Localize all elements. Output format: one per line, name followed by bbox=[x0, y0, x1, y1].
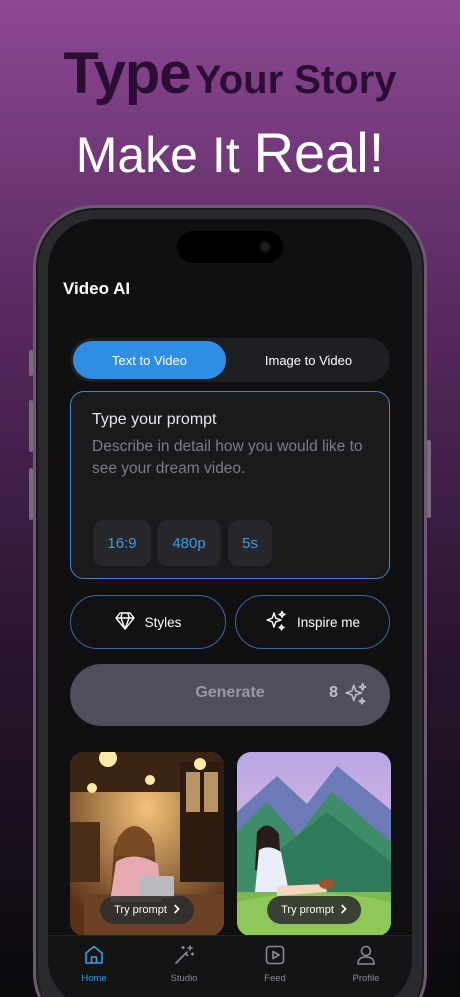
mode-segmented-control: Text to Video Image to Video bbox=[70, 338, 390, 382]
sparkles-icon bbox=[265, 610, 287, 635]
tab-feed-label: Feed bbox=[264, 973, 286, 984]
prompt-input-box[interactable]: Type your prompt Describe in detail how … bbox=[70, 391, 390, 579]
tab-image-to-video[interactable]: Image to Video bbox=[230, 341, 387, 379]
try-prompt-label: Try prompt bbox=[114, 904, 167, 916]
styles-button[interactable]: Styles bbox=[70, 595, 226, 649]
tab-text-to-video[interactable]: Text to Video bbox=[73, 341, 226, 379]
app-screen: Video AI Text to Video Image to Video Ty… bbox=[48, 219, 412, 997]
chevron-right-icon bbox=[340, 903, 347, 917]
styles-label: Styles bbox=[144, 614, 182, 630]
bottom-tab-bar: Home Studio Feed Profile bbox=[48, 935, 412, 997]
play-square-icon bbox=[264, 944, 286, 969]
try-prompt-button[interactable]: Try prompt bbox=[100, 896, 194, 924]
magic-wand-icon bbox=[173, 944, 195, 969]
phone-power-button bbox=[427, 440, 431, 518]
chevron-right-icon bbox=[173, 903, 180, 917]
generate-label: Generate bbox=[195, 684, 265, 701]
tab-profile[interactable]: Profile bbox=[331, 944, 401, 984]
tab-studio-label: Studio bbox=[170, 973, 198, 984]
phone-action-button bbox=[29, 350, 33, 376]
aspect-ratio-chip[interactable]: 16:9 bbox=[93, 520, 151, 566]
inspire-me-button[interactable]: Inspire me bbox=[235, 595, 390, 649]
user-icon bbox=[355, 944, 377, 969]
prompt-title: Type your prompt bbox=[92, 411, 217, 428]
credits-count: 8 bbox=[329, 684, 338, 701]
phone-volume-down-button bbox=[29, 468, 33, 520]
sparkles-icon bbox=[344, 682, 368, 711]
duration-chip[interactable]: 5s bbox=[228, 520, 272, 566]
hero-make-it: Make It bbox=[75, 127, 240, 183]
phone-volume-up-button bbox=[29, 400, 33, 452]
inspire-label: Inspire me bbox=[296, 614, 361, 630]
generate-button[interactable]: Generate 8 bbox=[70, 664, 390, 726]
example-card-mountain[interactable]: Try prompt bbox=[237, 752, 391, 936]
hero-your-story: Your Story bbox=[195, 58, 397, 102]
hero-real: Real! bbox=[253, 121, 385, 184]
tab-home-label: Home bbox=[81, 973, 107, 984]
dynamic-island bbox=[177, 231, 283, 263]
diamond-icon bbox=[114, 611, 135, 633]
example-card-cafe[interactable]: Try prompt bbox=[70, 752, 224, 936]
prompt-placeholder[interactable]: Describe in detail how you would like to… bbox=[92, 436, 372, 480]
tab-profile-label: Profile bbox=[352, 973, 380, 984]
try-prompt-label: Try prompt bbox=[281, 904, 334, 916]
hero-line-2: Make It Real! bbox=[0, 120, 460, 185]
tab-feed[interactable]: Feed bbox=[240, 944, 310, 984]
app-title: Video AI bbox=[63, 279, 131, 298]
resolution-chip[interactable]: 480p bbox=[157, 520, 221, 566]
camera-icon bbox=[259, 241, 271, 253]
try-prompt-button[interactable]: Try prompt bbox=[267, 896, 361, 924]
hero-line-1: Type Your Story bbox=[0, 40, 460, 107]
tab-studio[interactable]: Studio bbox=[149, 944, 219, 984]
tab-home[interactable]: Home bbox=[59, 944, 129, 984]
home-icon bbox=[83, 944, 105, 969]
hero-word-type: Type bbox=[63, 41, 191, 106]
